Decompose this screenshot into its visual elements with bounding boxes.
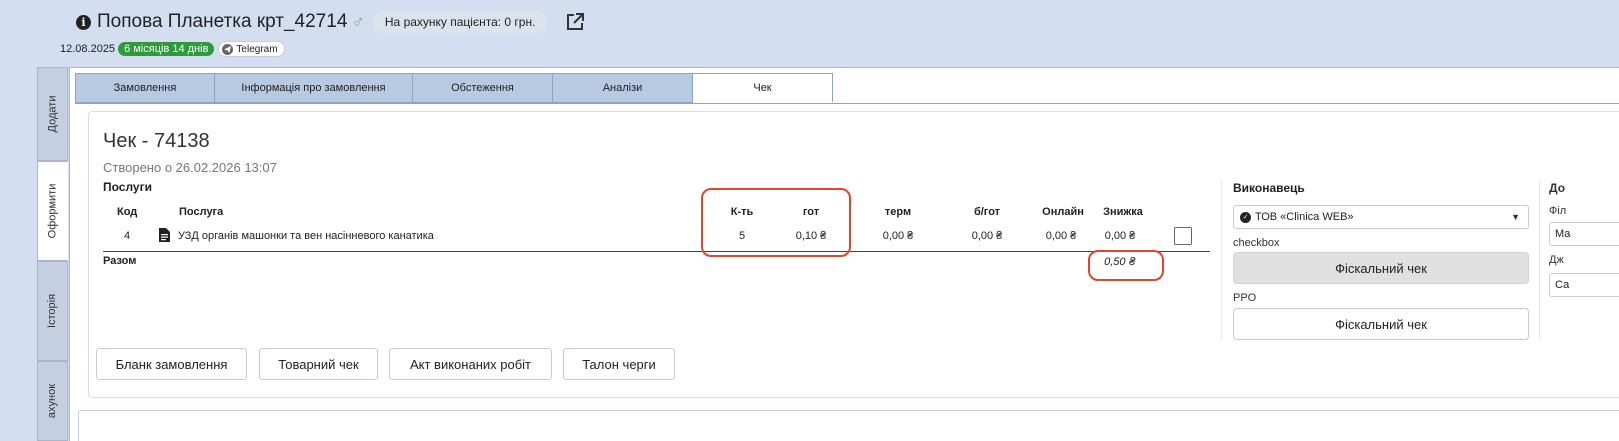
tab-examination[interactable]: Обстеження — [413, 73, 553, 103]
tab-order-info[interactable]: Інформація про замовлення — [215, 73, 413, 103]
total-label: Разом — [103, 255, 137, 267]
row-online: 0,00 ₴ — [1045, 230, 1077, 242]
branch-label: Філ — [1549, 205, 1567, 217]
birth-date: 12.08.2025 — [60, 43, 116, 55]
cut-heading: До — [1549, 181, 1566, 195]
side-tabs: Додати Оформити Історія ахунок — [37, 67, 68, 441]
created-date: Створено о 26.02.2026 13:07 — [103, 160, 277, 175]
side-tab-history[interactable]: Історія — [37, 261, 68, 361]
tab-order[interactable]: Замовлення — [75, 73, 215, 103]
queue-ticket-button[interactable]: Талон черги — [563, 348, 675, 380]
row-service: УЗД органів машонки та вен насінневого к… — [178, 230, 434, 242]
side-tab-checkout-label: Оформити — [46, 183, 59, 239]
order-form-button[interactable]: Бланк замовлення — [96, 348, 247, 380]
info-icon[interactable]: i — [76, 14, 91, 30]
col-noncash: б/гот — [973, 206, 1001, 218]
total-divider — [103, 251, 1210, 252]
row-checkbox[interactable] — [1174, 227, 1192, 245]
highlight-total — [1088, 250, 1164, 281]
telegram-badge[interactable]: Telegram — [218, 41, 285, 57]
external-link-icon[interactable] — [565, 12, 585, 32]
telegram-icon — [222, 43, 234, 55]
age-badge: 6 місяців 14 днів — [118, 42, 215, 56]
col-service: Послуга — [179, 206, 224, 218]
executor-heading: Виконавець — [1233, 181, 1305, 195]
fiscal-receipt-button-ppo[interactable]: Фіскальний чек — [1233, 308, 1529, 340]
row-noncash: 0,00 ₴ — [971, 230, 1003, 242]
checkbox-label: checkbox — [1233, 237, 1280, 249]
side-tab-history-label: Історія — [46, 293, 59, 329]
side-tab-account[interactable]: ахунок — [37, 361, 68, 441]
chevron-down-icon: ▼ — [1511, 212, 1520, 222]
side-tab-checkout[interactable]: Оформити — [37, 161, 68, 261]
patient-subheader: 12.08.2025 6 місяців 14 днів Telegram — [60, 41, 285, 57]
divider — [1221, 180, 1222, 340]
executor-value: ТОВ «Clinica WEB» — [1255, 211, 1354, 223]
branch-select[interactable]: Ма — [1549, 222, 1619, 246]
work-act-button[interactable]: Акт виконаних робіт — [389, 348, 552, 380]
source-select[interactable]: Са — [1549, 273, 1619, 297]
lower-panel — [78, 410, 1619, 441]
fiscal-receipt-button-checkbox[interactable]: Фіскальний чек — [1233, 252, 1529, 284]
highlight-qty-cash — [701, 188, 851, 257]
patient-header: i Попова Планетка крт_42714 ♂ На рахунку… — [76, 8, 585, 36]
order-tabs: Замовлення Інформація про замовлення Обс… — [75, 73, 833, 103]
row-code: 4 — [124, 230, 131, 242]
side-tab-account-label: ахунок — [46, 383, 59, 419]
col-term: терм — [884, 206, 912, 218]
ppo-label: PPO — [1233, 292, 1257, 304]
row-discount: 0,00 ₴ — [1104, 230, 1136, 242]
document-icon[interactable] — [159, 228, 170, 242]
source-label: Дж — [1549, 254, 1564, 266]
check-circle-icon: ✓ — [1240, 211, 1251, 223]
col-code: Код — [117, 206, 138, 218]
side-tab-add[interactable]: Додати — [37, 67, 68, 161]
patient-name: Попова Планетка крт_42714 — [97, 11, 348, 32]
tab-receipt[interactable]: Чек — [693, 73, 833, 102]
col-discount: Знижка — [1103, 206, 1143, 218]
side-tab-add-label: Додати — [46, 95, 59, 133]
goods-receipt-button[interactable]: Товарний чек — [259, 348, 378, 380]
balance-badge: На рахунку пацієнта: 0 грн. — [372, 11, 548, 33]
row-term: 0,00 ₴ — [882, 230, 914, 242]
divider — [1539, 180, 1540, 340]
telegram-label: Telegram — [236, 43, 278, 55]
col-online: Онлайн — [1042, 206, 1084, 218]
tabs-divider — [75, 103, 1619, 104]
receipt-title: Чек - 74138 — [103, 130, 210, 152]
services-heading: Послуги — [103, 180, 152, 194]
executor-select[interactable]: ✓ ТОВ «Clinica WEB» ▼ — [1233, 205, 1529, 229]
gender-icon: ♂ — [351, 11, 365, 32]
tab-analyses[interactable]: Аналізи — [553, 73, 693, 103]
